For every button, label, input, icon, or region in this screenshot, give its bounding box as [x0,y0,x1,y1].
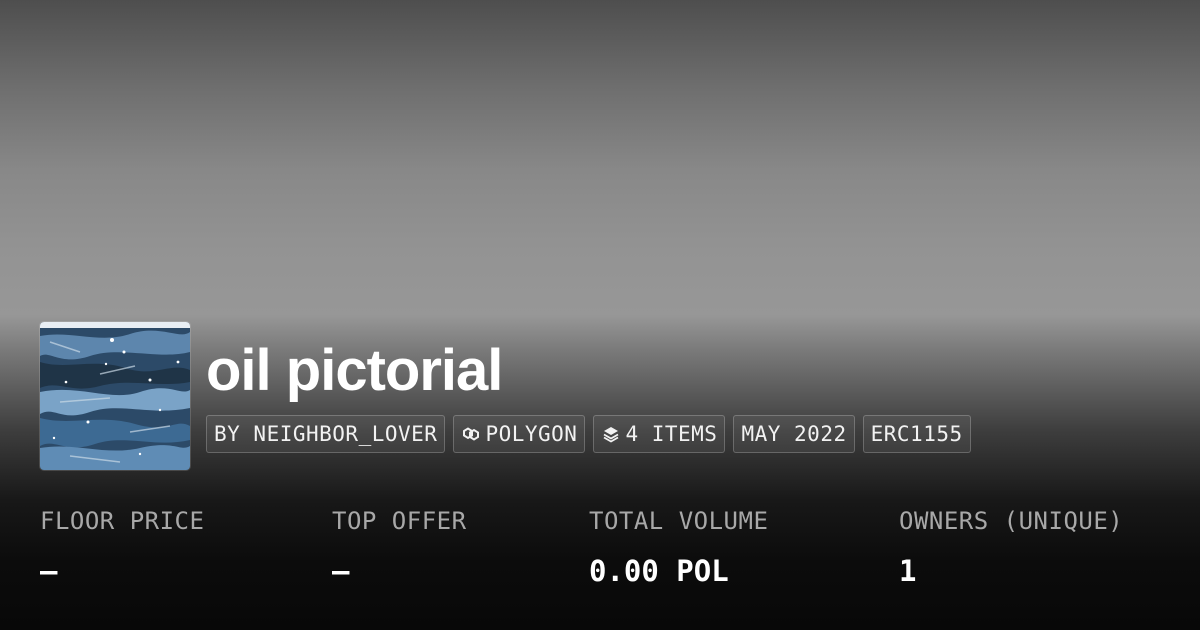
total-volume-label: TOTAL VOLUME [589,507,769,535]
chain-chip[interactable]: POLYGON [453,415,586,453]
date-chip: MAY 2022 [733,415,855,453]
creator-label: BY NEIGHBOR_LOVER [214,422,438,446]
items-label: 4 ITEMS [625,422,718,446]
date-label: MAY 2022 [741,422,847,446]
owners-value: 1 [899,554,917,588]
polygon-icon [461,424,481,444]
collection-title: oil pictorial [206,338,503,403]
owners-label: OWNERS (UNIQUE) [899,507,1124,535]
total-volume-value: 0.00 POL [589,554,729,588]
chain-label: POLYGON [485,422,578,446]
total-volume-stat: TOTAL VOLUME 0.00 POL [589,500,768,592]
collection-meta-chips: BY NEIGHBOR_LOVER POLYGON 4 ITEMS MAY 20… [206,415,971,453]
floor-price-value: – [40,554,58,588]
owners-stat: OWNERS (UNIQUE) 1 [899,500,1123,592]
top-offer-value: – [332,554,350,588]
standard-chip: ERC1155 [862,415,971,453]
layers-icon [601,424,621,444]
floor-price-label: FLOOR PRICE [40,507,205,535]
top-offer-stat: TOP OFFER – [332,500,467,592]
standard-label: ERC1155 [870,422,963,446]
top-offer-label: TOP OFFER [332,507,467,535]
creator-chip[interactable]: BY NEIGHBOR_LOVER [206,415,446,453]
items-chip[interactable]: 4 ITEMS [593,415,726,453]
collection-thumbnail [40,322,190,470]
floor-price-stat: FLOOR PRICE – [40,500,204,592]
